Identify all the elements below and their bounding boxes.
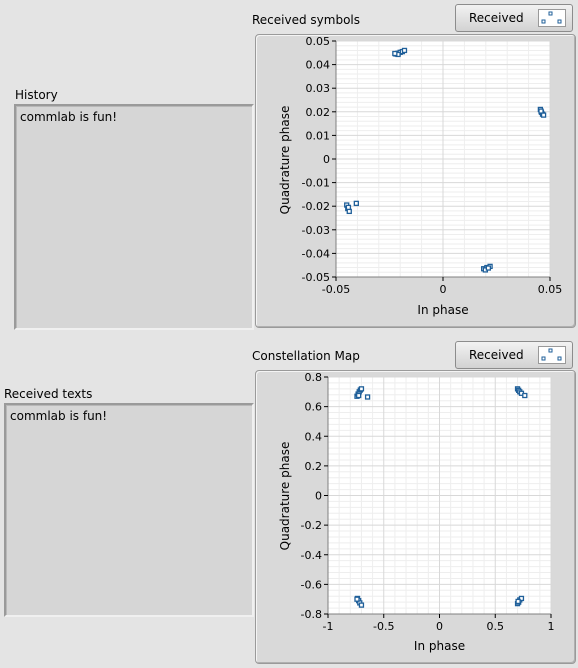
data-point [515, 598, 521, 605]
y-tick-label: 0.4 [305, 430, 323, 443]
data-point [356, 392, 362, 399]
x-axis-label: In phase [414, 639, 465, 653]
x-tick-label: -0.5 [373, 620, 394, 633]
data-point [354, 596, 360, 602]
y-tick-label: -0.4 [301, 549, 322, 562]
data-point [358, 386, 365, 392]
y-tick-label: 0.8 [305, 371, 323, 384]
x-tick-label: -1 [323, 620, 334, 633]
y-tick-label: 0.6 [305, 401, 323, 414]
y-tick-label: 0 [315, 490, 322, 503]
data-point [358, 602, 365, 608]
y-tick-label: -0.2 [301, 519, 322, 532]
x-tick-label: 0 [436, 620, 443, 633]
y-tick-label: -0.8 [301, 608, 322, 621]
data-point [364, 394, 371, 400]
y-tick-label: -0.6 [301, 578, 322, 591]
y-axis-label: Quadrature phase [278, 442, 292, 551]
x-tick-label: 1 [548, 620, 555, 633]
data-point [522, 392, 528, 399]
y-tick-label: 0.2 [305, 460, 323, 473]
constellation-map-chart: 0.8 0.6 0.4 0.2 0 -0.2 -0.4 -0.6 -0.8-1 -0.5 0 0.5 1… [278, 371, 555, 653]
x-tick-label: 0.5 [487, 620, 505, 633]
